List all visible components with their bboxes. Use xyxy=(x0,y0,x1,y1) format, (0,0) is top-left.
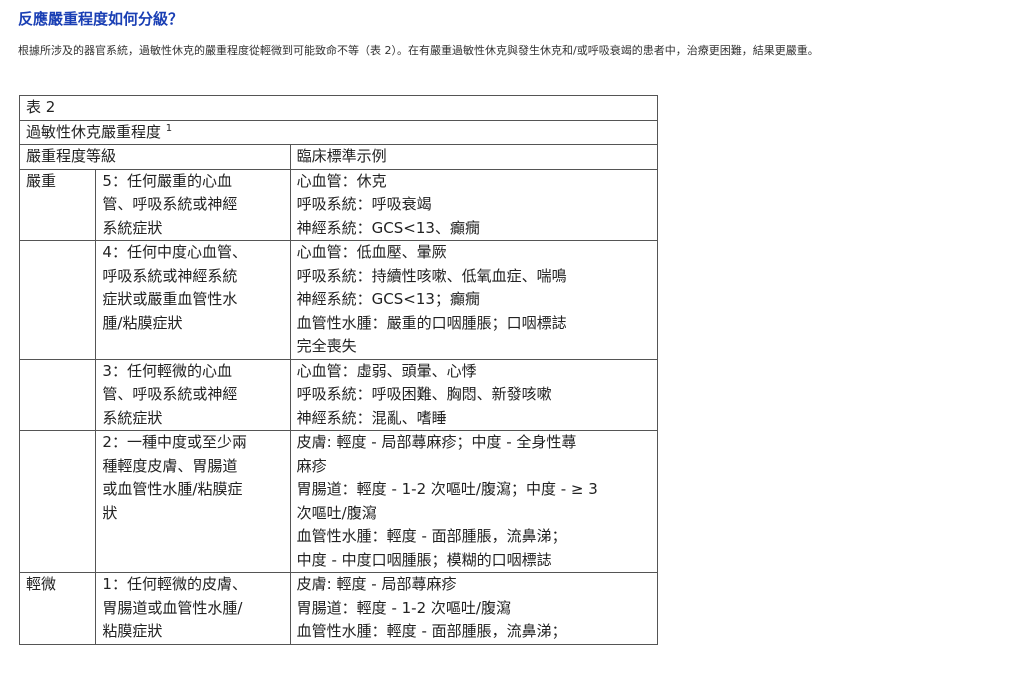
criteria-line: 麻疹 xyxy=(296,456,327,475)
grade-line: 種輕度皮膚、胃腸道 xyxy=(102,456,238,475)
criteria-line: 神經系統：GCS<13；癲癇 xyxy=(296,290,480,308)
grade-line: 腫/粘膜症狀 xyxy=(102,313,183,332)
clinical-criteria-cell: 皮膚: 輕度 - 局部蕁麻疹；中度 - 全身性蕁 麻疹胃腸道：輕度 - 1-2 次… xyxy=(289,430,659,573)
grade-line: 4：任何中度心血管、 xyxy=(102,243,247,261)
table-title: 過敏性休克嚴重程度 xyxy=(26,122,162,141)
table-caption: 表 2 xyxy=(19,95,658,121)
table-row: 2：一種中度或至少兩 種輕度皮膚、胃腸道 或血管性水腫/粘膜症狀皮膚: 輕度 - 局… xyxy=(18,430,659,573)
table-caption-row: 表 2 xyxy=(19,95,658,121)
severity-grade-cell: 5：任何嚴重的心血 管、呼吸系統或神經 系統症狀 xyxy=(95,168,291,241)
grade-line: 系統症狀 xyxy=(102,218,163,237)
clinical-criteria-cell: 皮膚: 輕度 - 局部蕁麻疹胃腸道：輕度 - 1-2 次嘔吐/腹瀉血管性水腫：輕… xyxy=(289,572,659,645)
criteria-line: 呼吸系統：呼吸衰竭 xyxy=(296,195,432,213)
severity-group-cell xyxy=(18,430,97,573)
criteria-line: 次嘔吐/腹瀉 xyxy=(296,503,377,522)
grade-line: 胃腸道或血管性水腫/ xyxy=(102,598,243,617)
criteria-line: 呼吸系統：持續性咳嗽、低氧血症、喘鳴 xyxy=(296,266,567,285)
severity-group-cell: 輕微 xyxy=(18,572,97,645)
grade-line: 管、呼吸系統或神經 xyxy=(102,195,238,213)
severity-grade-cell: 3：任何輕微的心血 管、呼吸系統或神經 系統症狀 xyxy=(95,358,291,431)
severity-grade-cell: 1：任何輕微的皮膚、 胃腸道或血管性水腫/粘膜症狀 xyxy=(95,572,291,645)
criteria-line: 中度 - 中度口咽腫脹；模糊的口咽標誌 xyxy=(296,550,552,569)
grade-line: 呼吸系統或神經系統 xyxy=(102,266,238,285)
grade-line: 3：任何輕微的心血 xyxy=(102,361,232,380)
grade-line: 5：任何嚴重的心血 xyxy=(102,171,232,190)
grade-line: 狀 xyxy=(102,503,118,522)
grade-line: 或血管性水腫/粘膜症 xyxy=(102,480,243,498)
criteria-line: 神經系統：GCS<13、癲癇 xyxy=(296,218,480,237)
grade-line: 2：一種中度或至少兩 xyxy=(102,433,247,451)
criteria-line: 呼吸系統：呼吸困難、胸悶、新發咳嗽 xyxy=(296,385,552,403)
severity-group-cell xyxy=(18,240,97,360)
grade-line: 粘膜症狀 xyxy=(102,622,163,640)
table-title-row: 過敏性休克嚴重程度 1 xyxy=(19,119,658,145)
severity-table: 表 2 過敏性休克嚴重程度 1 嚴重程度等級 臨床標準示例 嚴重 5：任何嚴重的心… xyxy=(18,95,659,645)
table-row: 4：任何中度心血管、 呼吸系統或神經系統 症狀或嚴重血管性水 腫/粘膜症狀 心血管：低血… xyxy=(18,240,659,360)
criteria-line: 胃腸道：輕度 - 1-2 次嘔吐/腹瀉；中度 - ≥ 3 xyxy=(296,480,598,498)
header-grade: 嚴重程度等級 xyxy=(19,144,291,170)
criteria-line: 完全喪失 xyxy=(296,337,357,355)
table-title-footnote: 1 xyxy=(165,122,173,134)
table-row: 嚴重 5：任何嚴重的心血 管、呼吸系統或神經 系統症狀 心血管：休克 呼吸系統：呼吸衰竭神… xyxy=(18,168,659,241)
criteria-line: 皮膚: 輕度 - 局部蕁麻疹；中度 - 全身性蕁 xyxy=(296,433,577,451)
intro-paragraph: 根據所涉及的器官系統，過敏性休克的嚴重程度從輕微到可能致命不等（表 2）。在有嚴… xyxy=(18,44,819,57)
table-header-row: 嚴重程度等級 臨床標準示例 xyxy=(19,144,659,170)
severity-group-cell xyxy=(18,358,97,431)
table-row: 3：任何輕微的心血 管、呼吸系統或神經 系統症狀 心血管：虛弱、頭暈、心悸 呼吸系統：呼… xyxy=(18,358,659,431)
criteria-line: 心血管：低血壓、暈厥 xyxy=(296,243,447,261)
criteria-line: 皮膚: 輕度 - 局部蕁麻疹 xyxy=(296,575,457,593)
clinical-criteria-cell: 心血管：休克呼吸系統：呼吸衰竭神經系統：GCS<13、癲癇 xyxy=(289,168,659,241)
table-title-cell: 過敏性休克嚴重程度 1 xyxy=(19,119,658,145)
criteria-line: 神經系統：混亂、嗜睡 xyxy=(296,408,447,427)
severity-group-cell: 嚴重 xyxy=(18,168,97,241)
criteria-line: 心血管：休克 xyxy=(296,171,387,190)
table-row: 輕微 1：任何輕微的皮膚、 胃腸道或血管性水腫/粘膜症狀 皮膚: 輕度 - 局部蕁麻疹… xyxy=(18,572,659,645)
severity-grade-cell: 4：任何中度心血管、 呼吸系統或神經系統 症狀或嚴重血管性水 腫/粘膜症狀 xyxy=(95,240,291,360)
criteria-line: 血管性水腫：輕度 - 面部腫脹，流鼻涕； xyxy=(296,527,567,545)
clinical-criteria-cell: 心血管：虛弱、頭暈、心悸呼吸系統：呼吸困難、胸悶、新發咳嗽 神經系統：混亂、嗜睡 xyxy=(289,358,659,431)
grade-line: 症狀或嚴重血管性水 xyxy=(102,290,238,308)
severity-grade-cell: 2：一種中度或至少兩 種輕度皮膚、胃腸道 或血管性水腫/粘膜症狀 xyxy=(95,430,291,573)
criteria-line: 血管性水腫：嚴重的口咽腫脹；口咽標誌 xyxy=(296,313,567,332)
page-heading: 反應嚴重程度如何分級？ xyxy=(18,10,184,28)
criteria-line: 心血管：虛弱、頭暈、心悸 xyxy=(296,361,477,380)
header-criteria: 臨床標準示例 xyxy=(289,144,659,170)
grade-line: 系統症狀 xyxy=(102,408,163,427)
criteria-line: 血管性水腫：輕度 - 面部腫脹，流鼻涕； xyxy=(296,622,567,640)
clinical-criteria-cell: 心血管：低血壓、暈厥呼吸系統：持續性咳嗽、低氧血症、喘鳴 神經系統：GCS<13；… xyxy=(289,240,659,360)
grade-line: 管、呼吸系統或神經 xyxy=(102,385,238,403)
grade-line: 1：任何輕微的皮膚、 xyxy=(102,575,247,593)
criteria-line: 胃腸道：輕度 - 1-2 次嘔吐/腹瀉 xyxy=(296,598,511,617)
